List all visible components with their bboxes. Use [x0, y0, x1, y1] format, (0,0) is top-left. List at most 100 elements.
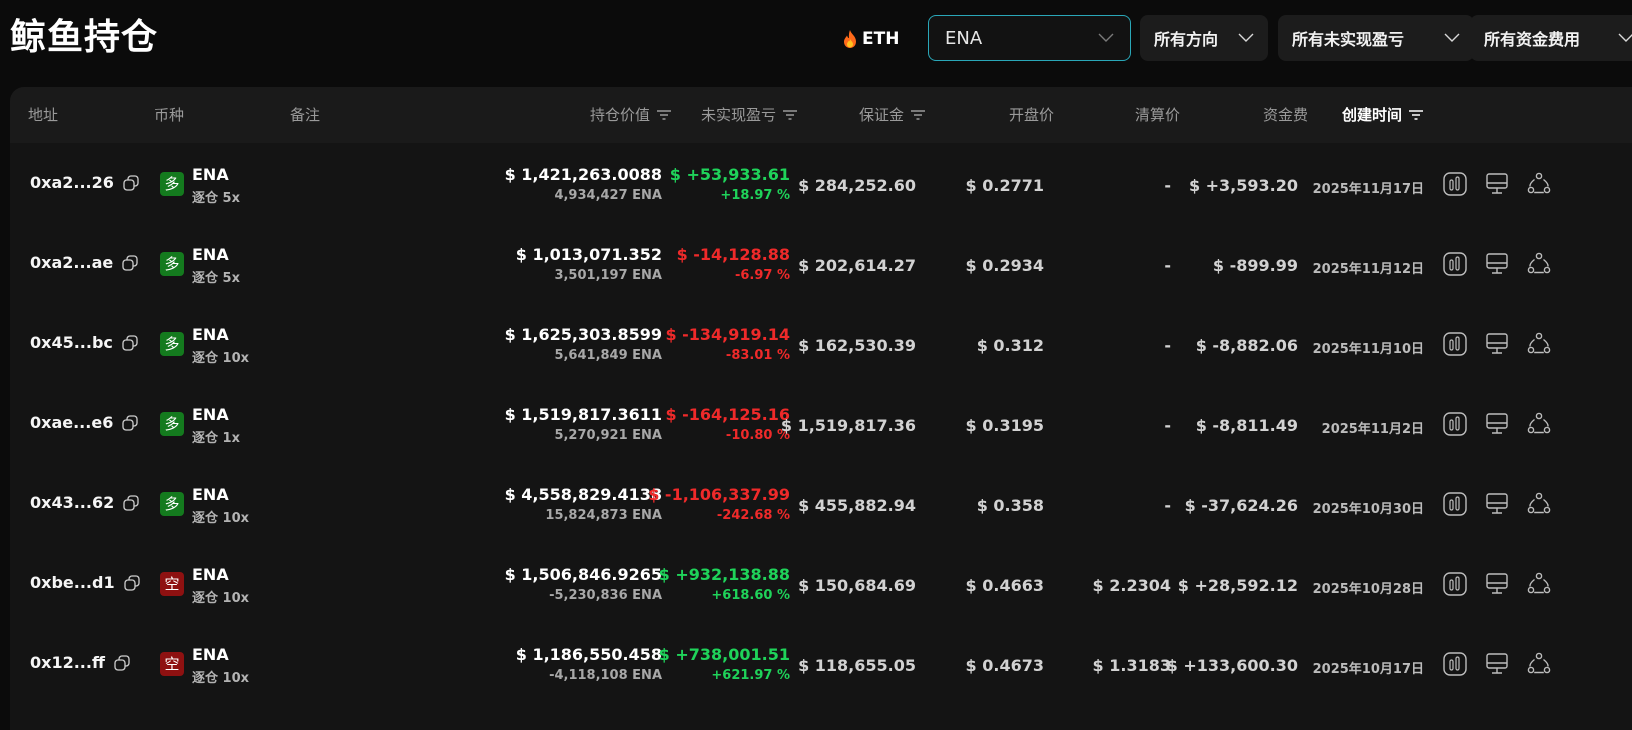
coin-select[interactable]: ENA: [928, 15, 1131, 61]
table-row: 0x45...bc 多 ENA 逐仓 10x $ 1,625,303.8599 5,641…: [10, 303, 1632, 386]
chart-icon[interactable]: [1442, 411, 1468, 437]
address-text[interactable]: 0x12...ff: [30, 653, 105, 672]
monitor-icon[interactable]: [1484, 491, 1510, 517]
side-badge: 多: [160, 412, 184, 436]
chart-icon[interactable]: [1442, 571, 1468, 597]
chart-icon[interactable]: [1442, 651, 1468, 677]
col-unrealized-pnl[interactable]: 未实现盈亏: [670, 87, 798, 143]
funding-fee: $ +133,600.30: [1166, 656, 1298, 675]
coin-name: ENA: [192, 485, 229, 504]
share-icon[interactable]: [1526, 411, 1552, 437]
margin-value: $ 455,882.94: [798, 496, 916, 515]
col-position-value[interactable]: 持仓价值: [530, 87, 672, 143]
pnl-filter[interactable]: 所有未实现盈亏: [1278, 15, 1474, 61]
share-icon[interactable]: [1526, 251, 1552, 277]
unrealized-pnl: $ -1,106,337.99: [648, 485, 790, 504]
copy-icon[interactable]: [122, 174, 140, 192]
table-row: 0x43...62 多 ENA 逐仓 10x $ 4,558,829.4138 15,82…: [10, 463, 1632, 546]
col-margin[interactable]: 保证金: [810, 87, 926, 143]
funding-filter[interactable]: 所有资金费用: [1470, 15, 1632, 61]
entry-price: $ 0.312: [976, 336, 1044, 355]
col-entry-price: 开盘价: [950, 87, 1054, 143]
coin-tag-eth[interactable]: ETH: [842, 24, 899, 54]
table-row: 0xa2...26 多 ENA 逐仓 5x $ 1,421,263.0088 4,934,…: [10, 143, 1632, 226]
address-cell[interactable]: 0x12...ff: [30, 653, 131, 672]
share-icon[interactable]: [1526, 171, 1552, 197]
unrealized-pnl-percent: +618.60 %: [711, 588, 790, 603]
address-cell[interactable]: 0x45...bc: [30, 333, 139, 352]
copy-icon[interactable]: [121, 334, 139, 352]
entry-price: $ 0.358: [976, 496, 1044, 515]
chevron-down-icon: [1238, 33, 1254, 42]
address-text[interactable]: 0x45...bc: [30, 333, 113, 352]
monitor-icon[interactable]: [1484, 571, 1510, 597]
direction-filter-value: 所有方向: [1154, 30, 1219, 49]
address-text[interactable]: 0xa2...ae: [30, 253, 113, 272]
position-value: $ 1,519,817.3611: [504, 405, 662, 424]
coin-select-value: ENA: [945, 27, 983, 49]
monitor-icon[interactable]: [1484, 171, 1510, 197]
direction-filter[interactable]: 所有方向: [1140, 15, 1268, 61]
coin-name: ENA: [192, 245, 229, 264]
col-margin-label: 保证金: [858, 106, 904, 124]
position-amount: 3,501,197 ENA: [554, 268, 662, 283]
margin-value: $ 162,530.39: [798, 336, 916, 355]
address-cell[interactable]: 0xbe...d1: [30, 573, 141, 592]
position-amount: 4,934,427 ENA: [554, 188, 662, 203]
monitor-icon[interactable]: [1484, 411, 1510, 437]
side-badge: 多: [160, 492, 184, 516]
monitor-icon[interactable]: [1484, 251, 1510, 277]
chevron-down-icon: [1444, 33, 1460, 42]
margin-value: $ 284,252.60: [798, 176, 916, 195]
chart-icon[interactable]: [1442, 331, 1468, 357]
col-funding-label: 资金费: [1262, 106, 1308, 124]
address-text[interactable]: 0xbe...d1: [30, 573, 115, 592]
share-icon[interactable]: [1526, 571, 1552, 597]
col-address-label: 地址: [28, 106, 59, 124]
share-icon[interactable]: [1526, 651, 1552, 677]
position-amount: 15,824,873 ENA: [545, 508, 662, 523]
margin-value: $ 1,519,817.36: [780, 416, 916, 435]
margin-mode: 逐仓 10x: [192, 351, 250, 366]
funding-fee: $ -8,811.49: [1195, 416, 1298, 435]
copy-icon[interactable]: [121, 254, 139, 272]
coin-name: ENA: [192, 565, 229, 584]
coin-name: ENA: [192, 645, 229, 664]
address-cell[interactable]: 0xa2...26: [30, 173, 140, 192]
col-created-time[interactable]: 创建时间: [1342, 87, 1424, 143]
address-cell[interactable]: 0xa2...ae: [30, 253, 139, 272]
address-text[interactable]: 0xae...e6: [30, 413, 113, 432]
col-note: 备注: [290, 87, 320, 143]
copy-icon[interactable]: [123, 574, 141, 592]
margin-value: $ 202,614.27: [798, 256, 916, 275]
fire-icon: [844, 30, 856, 48]
chart-icon[interactable]: [1442, 491, 1468, 517]
created-date: 2025年11月2日: [1321, 422, 1424, 437]
address-cell[interactable]: 0xae...e6: [30, 413, 139, 432]
unrealized-pnl-percent: +621.97 %: [711, 668, 790, 683]
chevron-down-icon: [1098, 33, 1114, 42]
liquidation-price: -: [1164, 176, 1171, 195]
entry-price: $ 0.2771: [965, 176, 1044, 195]
chart-icon[interactable]: [1442, 251, 1468, 277]
monitor-icon[interactable]: [1484, 651, 1510, 677]
margin-mode: 逐仓 10x: [192, 511, 250, 526]
share-icon[interactable]: [1526, 491, 1552, 517]
address-text[interactable]: 0xa2...26: [30, 173, 114, 192]
position-amount: -4,118,108 ENA: [549, 668, 662, 683]
entry-price: $ 0.4663: [965, 576, 1044, 595]
table-row: 0x12...ff 空 ENA 逐仓 10x $ 1,186,550.458 -4,118…: [10, 623, 1632, 706]
position-value: $ 1,421,263.0088: [504, 165, 662, 184]
copy-icon[interactable]: [121, 414, 139, 432]
unrealized-pnl: $ -134,919.14: [665, 325, 790, 344]
address-cell[interactable]: 0x43...62: [30, 493, 140, 512]
margin-mode: 逐仓 10x: [192, 591, 250, 606]
unrealized-pnl-percent: -6.97 %: [734, 268, 790, 283]
copy-icon[interactable]: [113, 654, 131, 672]
monitor-icon[interactable]: [1484, 331, 1510, 357]
chart-icon[interactable]: [1442, 171, 1468, 197]
share-icon[interactable]: [1526, 331, 1552, 357]
copy-icon[interactable]: [122, 494, 140, 512]
liquidation-price: -: [1164, 496, 1171, 515]
address-text[interactable]: 0x43...62: [30, 493, 114, 512]
